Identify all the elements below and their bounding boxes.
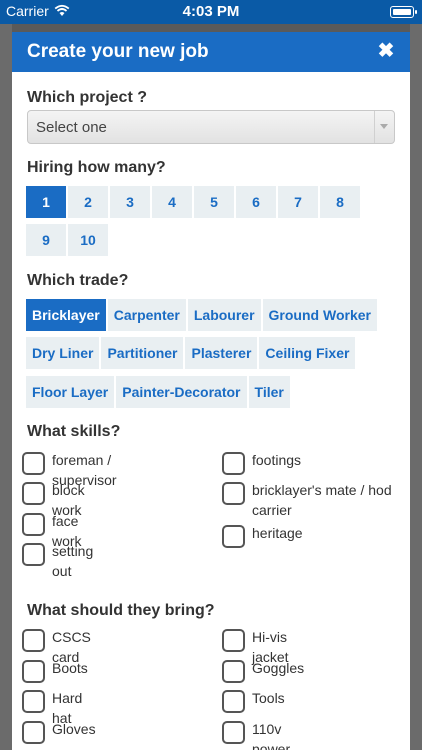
select-arrow-area <box>374 111 394 143</box>
trade-option-ceiling-fixer[interactable]: Ceiling Fixer <box>259 337 356 369</box>
checkbox-icon[interactable] <box>222 482 245 505</box>
hiring-label: Hiring how many? <box>27 159 166 176</box>
trade-option-floor-layer[interactable]: Floor Layer <box>26 376 115 408</box>
hiring-option-7[interactable]: 7 <box>278 186 318 218</box>
bring-label-text: Goggles <box>252 660 305 676</box>
hiring-option-6[interactable]: 6 <box>236 186 276 218</box>
bring-label: What should they bring? <box>27 602 215 619</box>
skill-label: bricklayer's mate / hod carrier <box>252 480 410 520</box>
hiring-option-3[interactable]: 3 <box>110 186 150 218</box>
project-select-value: Select one <box>36 119 107 136</box>
hiring-option-8[interactable]: 8 <box>320 186 360 218</box>
hiring-option-10[interactable]: 10 <box>68 224 108 256</box>
background-content <box>0 24 12 750</box>
checkbox-icon[interactable] <box>22 629 45 652</box>
trade-option-tiler[interactable]: Tiler <box>248 376 290 408</box>
skill-label: setting out <box>52 543 94 579</box>
hiring-option-2[interactable]: 2 <box>68 186 108 218</box>
skill-label: footings <box>252 452 302 468</box>
checkbox-icon[interactable] <box>222 690 245 713</box>
checkbox-icon[interactable] <box>22 452 45 475</box>
trade-option-carpenter[interactable]: Carpenter <box>107 299 186 331</box>
hiring-row-2: 9 10 <box>26 224 108 256</box>
bring-label-text: Gloves <box>52 721 96 737</box>
trade-option-painter-decorator[interactable]: Painter-Decorator <box>116 376 247 408</box>
bring-label-text: 110v power tools <box>252 721 291 750</box>
skill-label: heritage <box>252 525 303 541</box>
trade-row-2: Dry Liner Partitioner Plasterer Ceiling … <box>26 337 356 369</box>
modal-title: Create your new job <box>27 41 209 62</box>
hiring-option-5[interactable]: 5 <box>194 186 234 218</box>
bring-label-text: Boots <box>52 660 88 676</box>
hiring-option-4[interactable]: 4 <box>152 186 192 218</box>
status-bar: Carrier 4:03 PM <box>0 0 422 24</box>
trade-label: Which trade? <box>27 272 129 289</box>
checkbox-icon[interactable] <box>22 660 45 683</box>
chevron-down-icon <box>380 124 388 129</box>
project-select[interactable]: Select one <box>27 110 395 144</box>
checkbox-icon[interactable] <box>22 482 45 505</box>
skill-label-line-1: bricklayer's mate / hod <box>252 482 392 498</box>
modal-header: Create your new job ✖ <box>12 32 410 72</box>
trade-option-partitioner[interactable]: Partitioner <box>101 337 184 369</box>
hiring-option-1[interactable]: 1 <box>26 186 66 218</box>
battery-icon <box>390 6 417 18</box>
checkbox-icon[interactable] <box>222 525 245 548</box>
trade-option-bricklayer[interactable]: Bricklayer <box>26 299 106 331</box>
close-icon[interactable]: ✖ <box>374 39 398 63</box>
trade-option-dry-liner[interactable]: Dry Liner <box>26 337 100 369</box>
skill-label-line-2: carrier <box>252 502 292 518</box>
clock: 4:03 PM <box>182 3 240 20</box>
hiring-option-9[interactable]: 9 <box>26 224 66 256</box>
checkbox-icon[interactable] <box>222 452 245 475</box>
checkbox-icon[interactable] <box>222 660 245 683</box>
skills-label: What skills? <box>27 423 121 440</box>
checkbox-icon[interactable] <box>22 513 45 536</box>
create-job-modal: Create your new job ✖ Which project ? Se… <box>12 32 410 750</box>
checkbox-icon[interactable] <box>22 721 45 744</box>
trade-option-labourer[interactable]: Labourer <box>187 299 261 331</box>
hiring-row-1: 1 2 3 4 5 6 7 8 <box>26 186 360 218</box>
bring-label-text: Tools <box>252 690 285 706</box>
trade-option-plasterer[interactable]: Plasterer <box>185 337 258 369</box>
checkbox-icon[interactable] <box>222 721 245 744</box>
checkbox-icon[interactable] <box>222 629 245 652</box>
trade-option-ground-worker[interactable]: Ground Worker <box>262 299 377 331</box>
trade-row-1: Bricklayer Carpenter Labourer Ground Wor… <box>26 299 377 331</box>
background-content <box>410 24 422 750</box>
project-label: Which project ? <box>27 89 147 106</box>
trade-row-3: Floor Layer Painter-Decorator Tiler <box>26 376 290 408</box>
checkbox-icon[interactable] <box>22 690 45 713</box>
checkbox-icon[interactable] <box>22 543 45 566</box>
